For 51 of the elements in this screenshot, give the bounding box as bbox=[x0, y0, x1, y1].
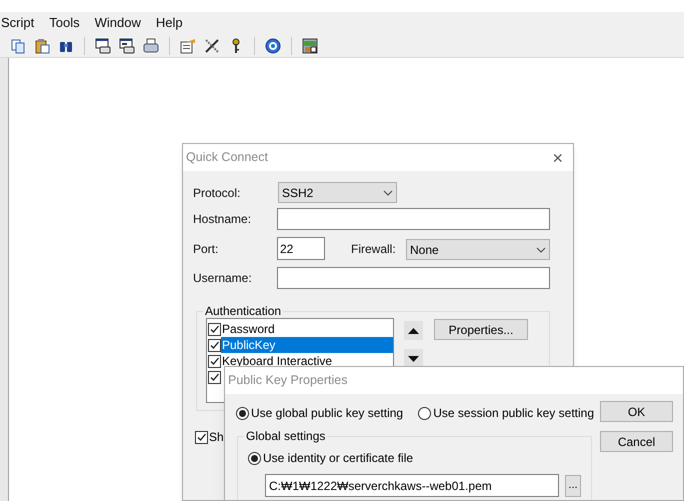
radio-label: Use global public key setting bbox=[251, 405, 404, 422]
field-label: Username: bbox=[193, 270, 253, 287]
window-lock-icon[interactable] bbox=[302, 38, 318, 54]
checkbox-label: Sh bbox=[209, 429, 224, 446]
properties-button[interactable]: Properties... bbox=[434, 319, 528, 340]
chevron-down-icon bbox=[536, 246, 546, 252]
move-up-button[interactable] bbox=[404, 321, 423, 340]
field-label: Firewall: bbox=[351, 240, 397, 258]
field-label: Protocol: bbox=[193, 184, 242, 202]
settings-icon[interactable] bbox=[180, 38, 196, 54]
dialog-button[interactable]: Cancel bbox=[600, 431, 673, 452]
radio-label: Use identity or certificate file bbox=[263, 450, 414, 467]
clipboard-icon[interactable] bbox=[34, 38, 50, 54]
help-icon[interactable] bbox=[265, 38, 281, 54]
copy-icon[interactable] bbox=[10, 38, 26, 54]
close-button[interactable]: × bbox=[552, 148, 563, 166]
triangle-down-icon bbox=[408, 356, 419, 362]
dialog-button[interactable]: OK bbox=[600, 401, 673, 422]
group-title: Global settings bbox=[244, 429, 328, 443]
firewall-dropdown[interactable]: None bbox=[406, 239, 550, 260]
group-title: Authentication bbox=[203, 304, 284, 318]
window-title: Quick Connect bbox=[186, 149, 268, 166]
file-path-field[interactable]: C:₩1₩1222₩serverchkaws--web01.pem bbox=[265, 474, 559, 497]
protocol-dropdown[interactable]: SSH2 bbox=[278, 182, 397, 203]
checkbox[interactable] bbox=[195, 430, 208, 444]
radio-button[interactable] bbox=[418, 406, 432, 420]
radio-button[interactable] bbox=[248, 452, 261, 464]
port-field[interactable]: 22 bbox=[277, 237, 325, 260]
menu-item[interactable]: Help bbox=[156, 13, 183, 33]
username-field[interactable] bbox=[277, 267, 550, 289]
menu-item[interactable]: Script bbox=[1, 13, 34, 33]
printer-settings-icon[interactable] bbox=[119, 38, 135, 54]
checkbox[interactable] bbox=[208, 322, 221, 336]
printer-icon[interactable] bbox=[143, 38, 159, 54]
radio-label: Use session public key setting bbox=[433, 405, 594, 422]
checkbox[interactable] bbox=[208, 370, 221, 384]
hostname-field[interactable] bbox=[277, 208, 550, 230]
radio-button[interactable] bbox=[236, 406, 249, 420]
printer-window-icon[interactable] bbox=[95, 38, 111, 54]
chevron-down-icon bbox=[383, 190, 393, 196]
checkbox[interactable] bbox=[208, 354, 221, 368]
field-label: Hostname: bbox=[193, 211, 252, 228]
menu-item[interactable]: Tools bbox=[49, 13, 80, 33]
field-label: Port: bbox=[193, 240, 220, 258]
triangle-up-icon bbox=[408, 328, 419, 334]
menu-item[interactable]: Window bbox=[94, 13, 141, 33]
checkbox[interactable] bbox=[208, 338, 221, 352]
list-item[interactable]: PublicKey bbox=[221, 337, 393, 353]
tools-icon[interactable] bbox=[204, 38, 220, 54]
browse-button[interactable]: ... bbox=[565, 474, 581, 496]
window-title: Public Key Properties bbox=[228, 372, 348, 390]
